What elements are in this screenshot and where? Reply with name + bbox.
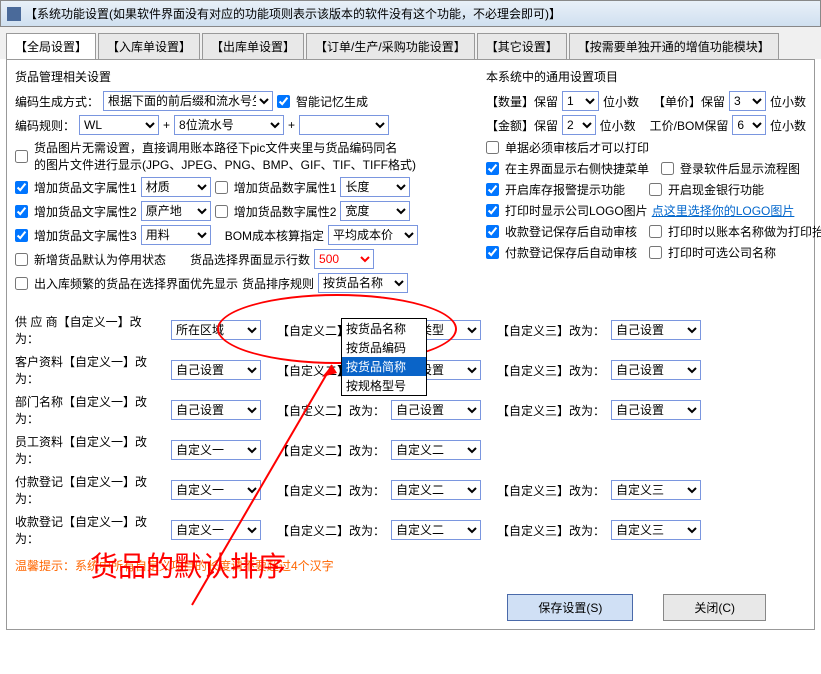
save-button[interactable]: 保存设置(S) bbox=[507, 594, 633, 621]
custom-v1[interactable]: 自定义一 bbox=[171, 440, 261, 460]
attr1-select[interactable]: 材质 bbox=[141, 177, 211, 197]
nattr1-select[interactable]: 长度 bbox=[340, 177, 410, 197]
attr2-checkbox[interactable] bbox=[15, 205, 28, 218]
logo-link[interactable]: 点这里选择你的LOGO图片 bbox=[652, 202, 795, 219]
c5b-checkbox[interactable] bbox=[649, 225, 662, 238]
custom-v1[interactable]: 所在区域 bbox=[171, 320, 261, 340]
c2-checkbox[interactable] bbox=[486, 162, 499, 175]
amt-decimals[interactable]: 2 bbox=[562, 115, 596, 135]
sort-opt-name[interactable]: 按货品名称 bbox=[342, 319, 426, 338]
left-section-title: 货品管理相关设置 bbox=[15, 68, 466, 85]
custom-v2[interactable]: 自定义二 bbox=[391, 480, 481, 500]
c6b-checkbox[interactable] bbox=[649, 246, 662, 259]
custom-label: 付款登记【自定义一】改为： bbox=[15, 473, 165, 507]
custom-label: 客户资料【自定义一】改为： bbox=[15, 353, 165, 387]
custom-row: 付款登记【自定义一】改为：自定义一【自定义二】改为：自定义二【自定义三】改为：自… bbox=[15, 473, 806, 507]
sort-opt-short[interactable]: 按货品简称 bbox=[342, 357, 426, 376]
bom-cost-select[interactable]: 平均成本价 bbox=[328, 225, 418, 245]
price-decimals[interactable]: 3 bbox=[729, 91, 766, 111]
custom-v2[interactable]: 自定义二 bbox=[391, 520, 481, 540]
custom-v1[interactable]: 自定义一 bbox=[171, 520, 261, 540]
custom-label: 供 应 商【自定义一】改为： bbox=[15, 313, 165, 347]
smart-memory-label: 智能记忆生成 bbox=[296, 93, 368, 110]
tab-global[interactable]: 【全局设置】 bbox=[6, 33, 96, 59]
pic-note-1: 货品图片无需设置，直接调用账本路径下pic文件夹里与货品编码同名 bbox=[34, 139, 416, 156]
c4-checkbox[interactable] bbox=[486, 204, 499, 217]
sort-opt-spec[interactable]: 按规格型号 bbox=[342, 376, 426, 395]
custom-v3[interactable]: 自己设置 bbox=[611, 320, 701, 340]
tab-addon[interactable]: 【按需要单独开通的增值功能模块】 bbox=[569, 33, 779, 59]
custom-v2[interactable]: 自己设置 bbox=[391, 400, 481, 420]
attr3-select[interactable]: 用料 bbox=[141, 225, 211, 245]
custom-v1[interactable]: 自己设置 bbox=[171, 360, 261, 380]
qty-decimals[interactable]: 1 bbox=[562, 91, 599, 111]
bom-decimals[interactable]: 6 bbox=[732, 115, 766, 135]
window-titlebar: 【系统功能设置(如果软件界面没有对应的功能项则表示该版本的软件没有这个功能，不必… bbox=[0, 0, 821, 27]
list-rows-select[interactable]: 500 bbox=[314, 249, 374, 269]
custom-v3[interactable]: 自定义三 bbox=[611, 480, 701, 500]
sort-rule-select[interactable]: 按货品名称 bbox=[318, 273, 408, 293]
custom-label: 员工资料【自定义一】改为： bbox=[15, 433, 165, 467]
custom-v1[interactable]: 自定义一 bbox=[171, 480, 261, 500]
freq-first-checkbox[interactable] bbox=[15, 277, 28, 290]
sort-opt-code[interactable]: 按货品编码 bbox=[342, 338, 426, 357]
code-gen-label: 编码生成方式： bbox=[15, 93, 99, 110]
custom-v3[interactable]: 自己设置 bbox=[611, 400, 701, 420]
window-title: 【系统功能设置(如果软件界面没有对应的功能项则表示该版本的软件没有这个功能，不必… bbox=[25, 5, 561, 22]
attr2-select[interactable]: 原产地 bbox=[141, 201, 211, 221]
pic-checkbox[interactable] bbox=[15, 150, 28, 163]
tab-other[interactable]: 【其它设置】 bbox=[477, 33, 567, 59]
custom-v1[interactable]: 自己设置 bbox=[171, 400, 261, 420]
custom-v3[interactable]: 自己设置 bbox=[611, 360, 701, 380]
right-section-title: 本系统中的通用设置项目 bbox=[486, 68, 806, 85]
app-icon bbox=[7, 7, 21, 21]
code-gen-select[interactable]: 根据下面的前后缀和流水号生成编 bbox=[103, 91, 273, 111]
pic-note-2: 的图片文件进行显示(JPG、JPEG、PNG、BMP、GIF、TIF、TIFF格… bbox=[34, 156, 416, 173]
nattr2-checkbox[interactable] bbox=[215, 205, 228, 218]
code-rule-prefix[interactable]: WL bbox=[79, 115, 159, 135]
nattr2-select[interactable]: 宽度 bbox=[340, 201, 410, 221]
code-rule-suffix[interactable] bbox=[299, 115, 389, 135]
attr1-checkbox[interactable] bbox=[15, 181, 28, 194]
c6-checkbox[interactable] bbox=[486, 246, 499, 259]
c5-checkbox[interactable] bbox=[486, 225, 499, 238]
custom-row: 收款登记【自定义一】改为：自定义一【自定义二】改为：自定义二【自定义三】改为：自… bbox=[15, 513, 806, 547]
nattr1-checkbox[interactable] bbox=[215, 181, 228, 194]
custom-label: 收款登记【自定义一】改为： bbox=[15, 513, 165, 547]
custom-row: 部门名称【自定义一】改为：自己设置【自定义二】改为：自己设置【自定义三】改为：自… bbox=[15, 393, 806, 427]
custom-label: 部门名称【自定义一】改为： bbox=[15, 393, 165, 427]
smart-memory-checkbox[interactable] bbox=[277, 95, 290, 108]
sort-dropdown-list[interactable]: 按货品名称 按货品编码 按货品简称 按规格型号 bbox=[341, 318, 427, 396]
c3-checkbox[interactable] bbox=[486, 183, 499, 196]
attr3-checkbox[interactable] bbox=[15, 229, 28, 242]
c3b-checkbox[interactable] bbox=[649, 183, 662, 196]
custom-v3[interactable]: 自定义三 bbox=[611, 520, 701, 540]
tab-inbound[interactable]: 【入库单设置】 bbox=[98, 33, 200, 59]
close-button[interactable]: 关闭(C) bbox=[663, 594, 766, 621]
c1-checkbox[interactable] bbox=[486, 141, 499, 154]
tab-bar: 【全局设置】 【入库单设置】 【出库单设置】 【订单/生产/采购功能设置】 【其… bbox=[0, 27, 821, 59]
c2b-checkbox[interactable] bbox=[661, 162, 674, 175]
custom-row: 员工资料【自定义一】改为：自定义一【自定义二】改为：自定义二 bbox=[15, 433, 806, 467]
tab-order[interactable]: 【订单/生产/采购功能设置】 bbox=[306, 33, 475, 59]
code-rule-middle[interactable]: 8位流水号 bbox=[174, 115, 284, 135]
annotation-text: 货品的默认排序 bbox=[90, 545, 286, 585]
code-rule-label: 编码规则： bbox=[15, 117, 75, 134]
tab-outbound[interactable]: 【出库单设置】 bbox=[202, 33, 304, 59]
custom-v2[interactable]: 自定义二 bbox=[391, 440, 481, 460]
new-stop-checkbox[interactable] bbox=[15, 253, 28, 266]
